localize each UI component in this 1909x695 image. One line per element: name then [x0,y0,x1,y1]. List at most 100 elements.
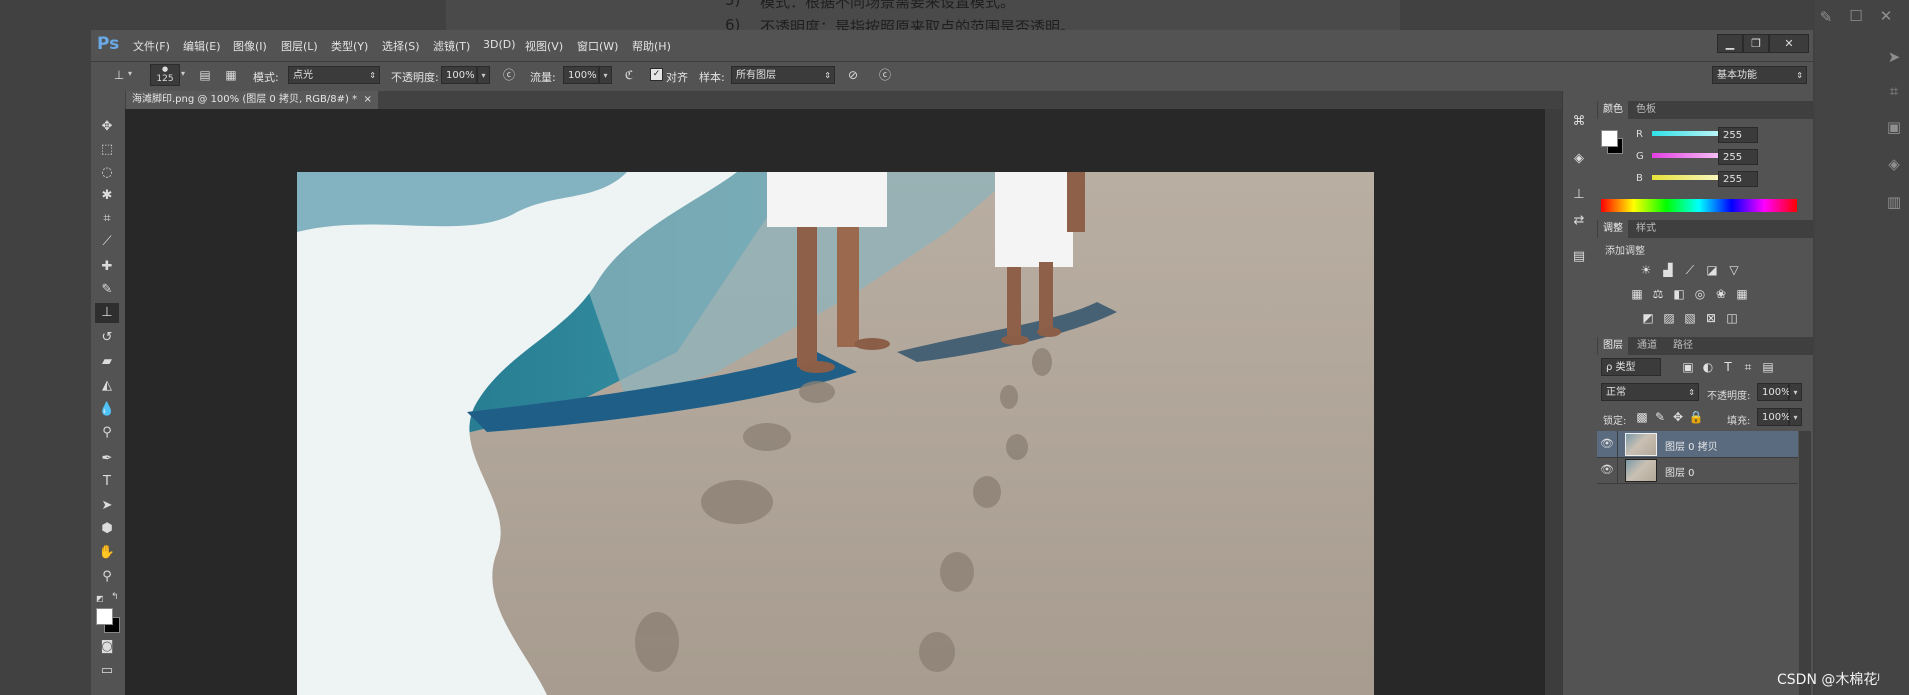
blur-tool-icon[interactable]: 💧 [95,400,119,420]
menu-image[interactable]: 图像(I) [233,38,267,54]
history-panel-icon[interactable]: ⌘ [1566,111,1592,133]
tab-channels[interactable]: 通道 [1632,337,1662,355]
color-fg-swatch[interactable] [1601,130,1618,147]
tab-paths[interactable]: 路径 [1668,337,1698,355]
menu-view[interactable]: 视图(V) [525,38,563,54]
layer-name[interactable]: 图层 0 [1665,464,1695,479]
layer-row[interactable]: 👁 图层 0 拷贝 [1597,431,1798,458]
menu-edit[interactable]: 编辑(E) [183,38,221,54]
menu-select[interactable]: 选择(S) [382,38,420,54]
type-tool-icon[interactable]: T [95,472,119,492]
quick-mask-icon[interactable]: ◙ [95,637,119,657]
layers-scrollbar[interactable] [1799,431,1811,695]
character-panel-icon[interactable]: ▤ [1566,246,1592,268]
tab-swatches[interactable]: 色板 [1631,101,1661,119]
channel-g-value[interactable]: 255 [1718,149,1758,165]
opacity-input[interactable]: 100% [441,66,477,84]
properties-panel-icon[interactable]: ◈ [1566,148,1592,170]
filter-adjustment-icon[interactable]: ◐ [1700,359,1716,375]
lock-all-icon[interactable]: 🔒 [1688,409,1704,425]
flow-input[interactable]: 100% [563,66,599,84]
brush-panel-icon-2[interactable]: ⊥ [1566,184,1592,206]
document-tab[interactable]: 海滩脚印.png @ 100% (图层 0 拷贝, RGB/8#) * × [126,91,378,109]
restore-button[interactable]: ❐ [1743,34,1769,53]
crop-side-icon[interactable]: ⌗ [1883,82,1905,100]
gradient-map-icon[interactable]: ◫ [1724,310,1740,326]
pressure-size-icon[interactable]: ⓒ [876,66,894,84]
beach-photo[interactable] [297,172,1374,695]
color-balance-icon[interactable]: ⚖ [1650,286,1666,302]
menu-layer[interactable]: 图层(L) [281,38,318,54]
screen-mode-icon[interactable]: ▭ [95,661,119,681]
swap-colors-icon[interactable]: ↰ [111,592,119,602]
tab-close-icon[interactable]: × [363,94,371,105]
healing-brush-tool-icon[interactable]: ✚ [95,257,119,277]
pressure-opacity-icon[interactable]: ⓒ [500,66,518,84]
visibility-eye-icon[interactable]: 👁 [1600,437,1614,451]
threshold-icon[interactable]: ▧ [1682,310,1698,326]
color-spectrum-bar[interactable] [1601,199,1797,212]
layer-opacity-input[interactable]: 100% [1757,383,1791,401]
invert-icon[interactable]: ◩ [1640,310,1656,326]
shape-tool-icon[interactable]: ⬢ [95,519,119,539]
layer-thumbnail[interactable] [1625,433,1657,456]
maximize-icon[interactable]: ☐ [1845,7,1867,25]
channel-b-value[interactable]: 255 [1718,171,1758,187]
photo-filter-icon[interactable]: ◎ [1692,286,1708,302]
zoom-tool-icon[interactable]: ⚲ [95,567,119,587]
menu-help[interactable]: 帮助(H) [632,38,671,54]
sample-select[interactable]: 所有图层 ⇕ [731,66,835,84]
layer-filter-select[interactable]: ρ 类型 [1601,358,1661,376]
paint-bucket-tool-icon[interactable]: ◭ [95,376,119,396]
black-white-icon[interactable]: ◧ [1671,286,1687,302]
hue-saturation-icon[interactable]: ▦ [1629,286,1645,302]
pin-icon[interactable]: ✎ [1815,8,1837,26]
book-icon[interactable]: ▥ [1883,193,1905,211]
brush-chevron-icon[interactable]: ▾ [181,69,185,78]
menu-window[interactable]: 窗口(W) [577,38,618,54]
foreground-color-swatch[interactable] [96,608,113,625]
default-colors-icon[interactable]: ◩ [96,594,104,603]
menu-type[interactable]: 类型(Y) [331,38,368,54]
channel-mixer-icon[interactable]: ❀ [1713,286,1729,302]
dodge-tool-icon[interactable]: ⚲ [95,423,119,443]
filter-type-icon[interactable]: T [1720,359,1736,375]
color-lookup-icon[interactable]: ▦ [1734,286,1750,302]
curves-icon[interactable]: ⟋ [1682,262,1698,278]
lock-position-icon[interactable]: ✥ [1670,409,1686,425]
chevron-down-icon[interactable]: ▾ [128,69,132,78]
lasso-tool-icon[interactable]: ◌ [95,163,119,183]
lock-transparency-icon[interactable]: ▩ [1634,409,1650,425]
fill-dropdown-icon[interactable]: ▾ [1789,408,1802,426]
airbrush-icon[interactable]: ℭ [620,66,638,84]
brush-panel-icon[interactable]: ▤ [196,66,214,84]
cursor-icon[interactable]: ➤ [1883,48,1905,66]
marquee-tool-icon[interactable]: ⬚ [95,140,119,160]
fill-input[interactable]: 100% [1757,408,1791,426]
mode-select[interactable]: 点光 ⇕ [288,66,380,84]
vibrance-icon[interactable]: ▽ [1726,262,1742,278]
brush-tool-icon[interactable]: ✎ [95,280,119,300]
magic-wand-tool-icon[interactable]: ✱ [95,186,119,206]
brush-preset-picker[interactable]: ● 125 [150,64,180,86]
layer-row[interactable]: 👁 图层 0 [1597,457,1798,484]
tab-color[interactable]: 颜色 [1598,101,1628,119]
ignore-adjustment-icon[interactable]: ⊘ [844,66,862,84]
clone-stamp-tool-icon[interactable]: ⊥ [95,303,119,323]
vertical-scrollbar[interactable] [1545,109,1562,695]
tab-layers[interactable]: 图层 [1598,337,1628,355]
flow-dropdown-icon[interactable]: ▾ [599,66,612,84]
aligned-checkbox[interactable]: ✓ [650,68,663,81]
blend-mode-select[interactable]: 正常 ⇕ [1601,383,1699,401]
filter-smart-object-icon[interactable]: ▤ [1760,359,1776,375]
menu-3d[interactable]: 3D(D) [483,38,516,51]
tab-styles[interactable]: 样式 [1631,220,1661,238]
minimize-button[interactable]: ▁ [1717,34,1743,53]
close-window-icon[interactable]: ✕ [1875,7,1897,25]
eyedropper-tool-icon[interactable]: ⟋ [95,232,119,252]
clone-source-panel-icon[interactable]: ⇄ [1566,210,1592,232]
move-tool-icon[interactable]: ✥ [95,117,119,137]
pen-tool-icon[interactable]: ✒ [95,449,119,469]
eraser-tool-icon[interactable]: ▰ [95,352,119,372]
posterize-icon[interactable]: ▨ [1661,310,1677,326]
